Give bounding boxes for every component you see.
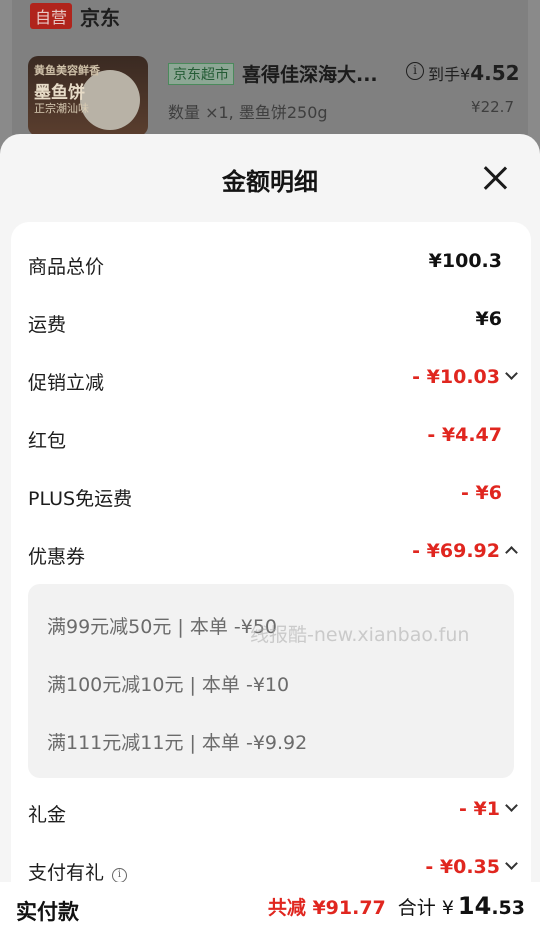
row-coupon[interactable]: 优惠券 - ¥69.92 [28, 540, 516, 570]
final-price: 到手¥4.52 [428, 61, 520, 85]
sheet-title: 金额明细 [222, 168, 318, 196]
original-price: ¥22.7 [471, 98, 514, 116]
close-icon[interactable] [482, 164, 510, 192]
final-price-value: 4.52 [470, 61, 520, 85]
self-operated-badge: 自营 [30, 3, 73, 29]
row-shipping: 运费 ¥6 [28, 308, 516, 338]
watermark: 线报酷-new.xianbao.fun [250, 624, 470, 646]
info-icon[interactable]: i [112, 868, 128, 883]
row-label: 商品总价 [28, 256, 105, 278]
row-goods-total: 商品总价 ¥100.3 [28, 250, 516, 280]
thumbnail-text-top: 黄鱼美容鲜香 [34, 64, 100, 77]
row-label: 红包 [28, 430, 67, 452]
coupon-item: 满100元减10元 | 本单 -¥10 [47, 674, 290, 696]
row-red-packet: 红包 - ¥4.47 [28, 424, 516, 454]
payment-bar: 实付款 共减 ¥91.77 合计 ¥ 14 .53 [0, 882, 540, 931]
row-label: 礼金 [28, 804, 67, 826]
info-icon: i [406, 62, 424, 80]
row-label-text: 支付有礼 [28, 862, 105, 884]
sum-decimal: .53 [491, 897, 525, 919]
row-value: - ¥4.47 [427, 424, 502, 446]
row-value: - ¥6 [461, 482, 502, 504]
amount-detail-panel: 商品总价 ¥100.3 运费 ¥6 促销立减 - ¥10.03 红包 - ¥4.… [11, 222, 531, 902]
row-value-expandable[interactable]: - ¥10.03 [412, 366, 516, 388]
row-gift-money[interactable]: 礼金 - ¥1 [28, 798, 516, 828]
final-price-label: 到手 [428, 65, 461, 84]
thumbnail-text-sub: 正宗潮汕味 [34, 102, 89, 115]
product-image-blob [80, 70, 140, 130]
sum-label: 合计 ¥ [397, 897, 454, 919]
row-label: PLUS免运费 [28, 488, 133, 510]
total-discount: 共减 ¥91.77 [267, 897, 386, 919]
row-value: ¥100.3 [428, 250, 502, 272]
shop-row: 自营 京东 [30, 2, 120, 30]
product-thumbnail: 黄鱼美容鲜香 墨鱼饼 正宗潮汕味 [28, 56, 148, 136]
coupon-detail-box: 满99元减50元 | 本单 -¥50 满100元减10元 | 本单 -¥10 满… [28, 584, 514, 778]
row-value-expandable[interactable]: - ¥1 [459, 798, 516, 820]
product-spec: 数量 ×1, 墨鱼饼250g [168, 103, 328, 122]
sum-integer: 14 [457, 892, 492, 920]
row-label: 运费 [28, 314, 67, 336]
final-price-currency: ¥ [460, 65, 471, 84]
row-plus-free-shipping: PLUS免运费 - ¥6 [28, 482, 516, 512]
coupon-item: 满99元减50元 | 本单 -¥50 [47, 616, 277, 638]
row-value-collapsible[interactable]: - ¥69.92 [412, 540, 516, 562]
amount-detail-sheet: 金额明细 商品总价 ¥100.3 运费 ¥6 促销立减 - ¥10.03 红包 … [0, 134, 540, 931]
coupon-item: 满111元减11元 | 本单 -¥9.92 [47, 732, 308, 754]
row-value: ¥6 [475, 308, 502, 330]
row-label: 促销立减 [28, 372, 105, 394]
row-promotion[interactable]: 促销立减 - ¥10.03 [28, 366, 516, 396]
row-label: 支付有礼 i [28, 858, 128, 885]
product-name: 喜得佳深海大... [242, 64, 378, 86]
row-value-expandable[interactable]: - ¥0.35 [425, 856, 516, 878]
row-label: 优惠券 [28, 546, 86, 568]
total-summary: 共减 ¥91.77 合计 ¥ 14 .53 [268, 892, 525, 920]
pay-label: 实付款 [16, 900, 79, 924]
product-title-row: 京东超市 喜得佳深海大... [168, 60, 378, 87]
jd-market-badge: 京东超市 [168, 62, 234, 85]
shop-name: 京东 [80, 5, 121, 30]
